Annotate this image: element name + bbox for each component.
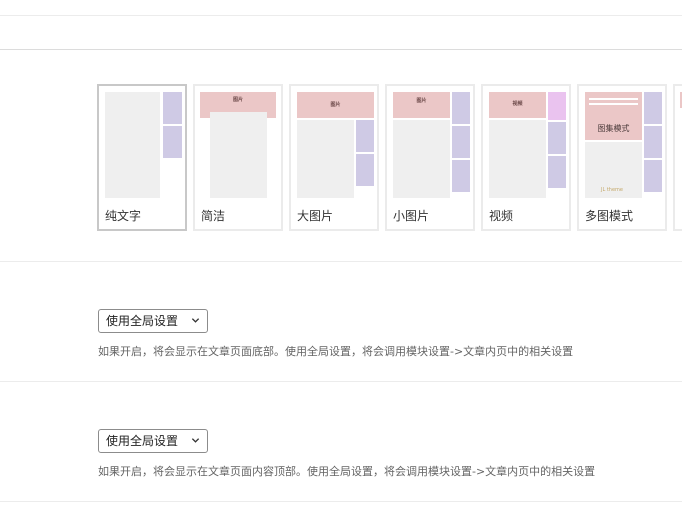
video-tag: 视频 — [512, 101, 523, 107]
theme-watermark: JL theme — [601, 187, 624, 193]
video-placeholder: 视频 — [489, 92, 546, 118]
gallery-placeholder: 图集模式 — [585, 92, 642, 140]
divider — [0, 49, 682, 50]
sidebar-block — [548, 156, 566, 188]
layout-option-large-image[interactable]: 图片 大图片 — [289, 84, 379, 231]
content-placeholder — [210, 112, 267, 198]
image-placeholder: 图片 — [297, 92, 374, 118]
layout-option-multi-image[interactable]: 图集模式 JL theme 多图模式 — [577, 84, 667, 231]
chevron-down-icon — [191, 318, 200, 323]
layout-option-label: 小图片 — [393, 209, 430, 223]
sidebar-block — [163, 126, 182, 158]
setting-description: 如果开启，将会显示在文章页面内容顶部。使用全局设置，将会调用模块设置->文章内页… — [98, 465, 596, 478]
content-placeholder: JL theme — [585, 142, 642, 198]
sidebar-block — [356, 120, 374, 152]
content-placeholder — [393, 120, 450, 198]
chevron-down-icon — [191, 438, 200, 443]
divider — [0, 261, 682, 262]
image-placeholder: 图片 — [393, 92, 450, 118]
divider — [0, 15, 682, 16]
layout-option-label: 纯文字 — [105, 209, 142, 223]
sidebar-block — [452, 92, 470, 124]
divider — [0, 501, 682, 502]
gallery-tag: 图集模式 — [597, 124, 630, 133]
content-placeholder — [105, 92, 160, 198]
sidebar-block — [452, 160, 470, 192]
layout-option-small-image[interactable]: 图片 小图片 — [385, 84, 475, 231]
image-tag: 图片 — [330, 102, 341, 108]
sidebar-block — [644, 92, 662, 124]
layout-option-label: 视频 — [489, 209, 514, 223]
setting-description: 如果开启，将会显示在文章页面底部。使用全局设置，将会调用模块设置->文章内页中的… — [98, 345, 574, 358]
layout-selector: 纯文字 图片 简洁 图片 大图片 图片 小图片 视频 视频 图集模式 JL th… — [97, 84, 682, 234]
select-value: 使用全局设置 — [106, 314, 179, 328]
layout-option-label: 大图片 — [297, 209, 334, 223]
global-setting-select[interactable]: 使用全局设置 — [98, 309, 208, 333]
layout-option-label: 多图模式 — [585, 209, 634, 223]
global-setting-select[interactable]: 使用全局设置 — [98, 429, 208, 453]
select-value: 使用全局设置 — [106, 434, 179, 448]
sidebar-block — [644, 126, 662, 158]
image-tag: 图片 — [232, 97, 243, 103]
content-placeholder — [489, 120, 546, 198]
sidebar-block — [356, 154, 374, 186]
content-placeholder — [297, 120, 354, 198]
layout-option-video[interactable]: 视频 视频 — [481, 84, 571, 231]
sidebar-block — [548, 92, 566, 120]
layout-option-simple[interactable]: 图片 简洁 — [193, 84, 283, 231]
sidebar-block — [452, 126, 470, 158]
image-tag: 图片 — [416, 98, 427, 104]
layout-option-more[interactable] — [673, 84, 682, 231]
divider — [0, 381, 682, 382]
sidebar-block — [644, 160, 662, 192]
layout-option-label: 简洁 — [201, 209, 226, 223]
layout-option-text[interactable]: 纯文字 — [97, 84, 187, 231]
sidebar-block — [548, 122, 566, 154]
sidebar-block — [163, 92, 182, 124]
